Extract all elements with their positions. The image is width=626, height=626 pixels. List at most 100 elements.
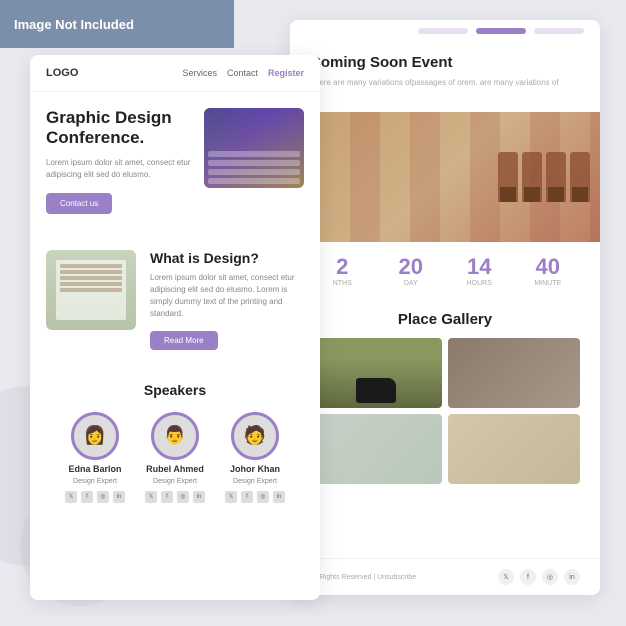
nav-services[interactable]: Services xyxy=(182,68,217,78)
hero-section: Graphic Design Conference. Lorem ipsum d… xyxy=(30,92,320,230)
count-number-minutes: 40 xyxy=(516,254,581,280)
table-row-v xyxy=(60,282,122,286)
nav-logo: LOGO xyxy=(46,67,78,79)
count-label-hours: HOURS xyxy=(447,280,512,287)
count-item-days: 20 DAY xyxy=(379,254,444,287)
hero-image-inner xyxy=(204,108,304,188)
speaker-avatar-edna: 👩 xyxy=(71,412,119,460)
footer-instagram-icon[interactable]: ◎ xyxy=(542,569,558,585)
table-row-v xyxy=(60,264,122,268)
count-label-days: DAY xyxy=(379,280,444,287)
design-image xyxy=(46,250,136,330)
design-title: What is Design? xyxy=(150,250,304,266)
nav-contact[interactable]: Contact xyxy=(227,68,258,78)
hero-description: Lorem ipsum dolor sit amet, consect etur… xyxy=(46,157,194,181)
banner-text: Image Not Included xyxy=(14,17,134,32)
chair xyxy=(522,152,542,202)
twitter-icon[interactable]: 𝕏 xyxy=(225,491,237,503)
contact-us-button[interactable]: Contact us xyxy=(46,193,112,214)
speaker-name-johor: Johor Khan xyxy=(230,464,280,474)
room-row xyxy=(208,178,300,184)
twitter-icon[interactable]: 𝕏 xyxy=(65,491,77,503)
avatar-edna: 👩 xyxy=(74,415,116,457)
gallery-section: Place Gallery xyxy=(290,299,600,496)
facebook-icon[interactable]: f xyxy=(241,491,253,503)
speaker-role-johor: Design Expert xyxy=(233,478,277,485)
table-row-v xyxy=(60,288,122,292)
speaker-social-johor: 𝕏 f ◎ in xyxy=(225,491,285,503)
instagram-icon[interactable]: ◎ xyxy=(177,491,189,503)
gallery-title: Place Gallery xyxy=(310,311,580,328)
avatar-johor: 🧑 xyxy=(234,415,276,457)
facebook-icon[interactable]: f xyxy=(161,491,173,503)
event-image-overlay xyxy=(290,112,600,242)
speaker-role-rubel: Design Expert xyxy=(153,478,197,485)
chair xyxy=(546,152,566,202)
footer-twitter-icon[interactable]: 𝕏 xyxy=(498,569,514,585)
speakers-title: Speakers xyxy=(46,382,304,398)
nav-register[interactable]: Register xyxy=(268,68,304,78)
right-top-bar xyxy=(290,20,600,42)
coming-soon-description: There are many variations ofpassages of … xyxy=(310,77,580,88)
room-row xyxy=(208,169,300,175)
top-bar-item xyxy=(534,28,584,34)
speaker-social-rubel: 𝕏 f ◎ in xyxy=(145,491,205,503)
linkedin-icon[interactable]: in xyxy=(273,491,285,503)
speaker-name-rubel: Rubel Ahmed xyxy=(146,464,204,474)
facebook-icon[interactable]: f xyxy=(81,491,93,503)
footer-social: 𝕏 f ◎ in xyxy=(498,569,580,585)
design-section: What is Design? Lorem ipsum dolor sit am… xyxy=(30,234,320,366)
right-footer: All Rights Reserved | Unsubscribe 𝕏 f ◎ … xyxy=(290,558,600,595)
speaker-role-edna: Design Expert xyxy=(73,478,117,485)
chair xyxy=(498,152,518,202)
gallery-item-3 xyxy=(310,414,442,484)
design-content: What is Design? Lorem ipsum dolor sit am… xyxy=(150,250,304,350)
linkedin-icon[interactable]: in xyxy=(113,491,125,503)
table-row-v xyxy=(60,270,122,274)
speaker-avatar-rubel: 👨 xyxy=(151,412,199,460)
piano-shape xyxy=(356,378,396,403)
event-image xyxy=(290,112,600,242)
gallery-grid xyxy=(310,338,580,484)
twitter-icon[interactable]: 𝕏 xyxy=(145,491,157,503)
gallery-piano xyxy=(310,338,442,408)
footer-facebook-icon[interactable]: f xyxy=(520,569,536,585)
footer-linkedin-icon[interactable]: in xyxy=(564,569,580,585)
speaker-item: 👩 Edna Barlon Design Expert 𝕏 f ◎ in xyxy=(65,412,125,503)
hero-image xyxy=(204,108,304,188)
table-row-v xyxy=(60,276,122,280)
banner: Image Not Included xyxy=(0,0,234,48)
top-bar-item-active xyxy=(476,28,526,34)
card-right: Coming Soon Event There are many variati… xyxy=(290,20,600,595)
speaker-avatar-johor: 🧑 xyxy=(231,412,279,460)
linkedin-icon[interactable]: in xyxy=(193,491,205,503)
room-rows xyxy=(208,151,300,184)
read-more-button[interactable]: Read More xyxy=(150,331,218,350)
count-number-hours: 14 xyxy=(447,254,512,280)
avatar-rubel: 👨 xyxy=(154,415,196,457)
footer-text: All Rights Reserved | Unsubscribe xyxy=(310,574,498,581)
count-number-days: 20 xyxy=(379,254,444,280)
room-row xyxy=(208,160,300,166)
speaker-name-edna: Edna Barlon xyxy=(68,464,121,474)
chairs-visual xyxy=(498,152,590,202)
card-nav: LOGO Services Contact Register xyxy=(30,55,320,92)
speakers-row: 👩 Edna Barlon Design Expert 𝕏 f ◎ in 👨 R… xyxy=(46,412,304,503)
count-item-minutes: 40 MINUTE xyxy=(516,254,581,287)
count-item-hours: 14 HOURS xyxy=(447,254,512,287)
speakers-section: Speakers 👩 Edna Barlon Design Expert 𝕏 f… xyxy=(30,366,320,519)
instagram-icon[interactable]: ◎ xyxy=(257,491,269,503)
gallery-item-2 xyxy=(448,338,580,408)
gallery-item-4 xyxy=(448,414,580,484)
card-left: LOGO Services Contact Register Graphic D… xyxy=(30,55,320,600)
room-row xyxy=(208,151,300,157)
design-image-inner xyxy=(46,250,136,330)
hero-text: Graphic Design Conference. Lorem ipsum d… xyxy=(46,108,194,214)
gallery-item-1 xyxy=(310,338,442,408)
table-visual xyxy=(56,260,126,320)
coming-soon-title: Coming Soon Event xyxy=(310,54,580,71)
instagram-icon[interactable]: ◎ xyxy=(97,491,109,503)
top-bar-item xyxy=(418,28,468,34)
speaker-item: 🧑 Johor Khan Design Expert 𝕏 f ◎ in xyxy=(225,412,285,503)
design-description: Lorem ipsum dolor sit amet, consect etur… xyxy=(150,272,304,320)
